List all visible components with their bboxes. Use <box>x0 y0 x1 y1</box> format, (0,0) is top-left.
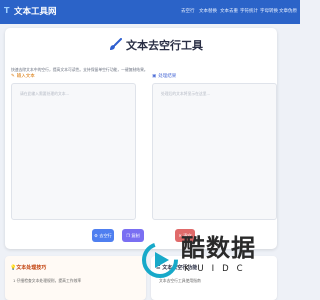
nav-link-remove-blank-lines[interactable]: 去空行 <box>181 8 195 14</box>
site-logo[interactable]: 文本工具网 <box>14 5 57 17</box>
nav-link-text-dedupe[interactable]: 文本去重 <box>220 8 238 14</box>
result-icon: ▣ <box>152 74 157 79</box>
nav-link-text-replace[interactable]: 文本替换 <box>199 8 217 14</box>
remove-blank-lines-button[interactable]: ⚙ 去空行 <box>92 229 114 242</box>
copy-icon: ❐ <box>126 233 131 238</box>
input-placeholder: 请在此输入需要处理的文本... <box>20 91 70 96</box>
nav-link-article-rewrite[interactable]: 文章伪原 <box>279 8 297 14</box>
page-title: 文本去空行工具 <box>126 39 203 52</box>
output-label: ▣ 处理结果 <box>152 74 177 79</box>
input-label: ✎ 输入文本 <box>11 74 35 79</box>
tips-card: 💡文本处理技巧 1 仔细检查文本处理规则，提高工作效率 <box>5 256 146 300</box>
tool-card: 文本去空行工具 快速去除文本中的空行，提高文本可读性。支持保留单空行功能，一键复… <box>5 28 277 249</box>
watermark-play-logo <box>142 242 178 278</box>
paintbrush-icon <box>110 38 122 50</box>
input-textarea[interactable]: 请在此输入需要处理的文本... <box>11 83 136 220</box>
gear-icon: ⚙ <box>94 233 98 238</box>
tips-item: 1 仔细检查文本处理规则，提高工作效率 <box>13 278 82 283</box>
nav-link-char-count[interactable]: 字符统计 <box>240 8 258 14</box>
output-textarea[interactable]: 处理后的文本将显示在这里... <box>152 83 277 220</box>
nav-link-letter-convert[interactable]: 字母转换 <box>260 8 278 14</box>
tips-title: 💡文本处理技巧 <box>10 265 47 271</box>
watermark-text: 酷数据 <box>181 233 256 262</box>
edit-icon: ✎ <box>11 74 15 79</box>
logo-icon: T <box>4 6 10 15</box>
top-navigation-bar: T 文本工具网 去空行 文本替换 文本去重 字符统计 字母转换 文章伪原 <box>0 0 300 24</box>
watermark-subtext: KUIDC <box>184 264 251 274</box>
output-placeholder: 处理后的文本将显示在这里... <box>161 91 211 96</box>
